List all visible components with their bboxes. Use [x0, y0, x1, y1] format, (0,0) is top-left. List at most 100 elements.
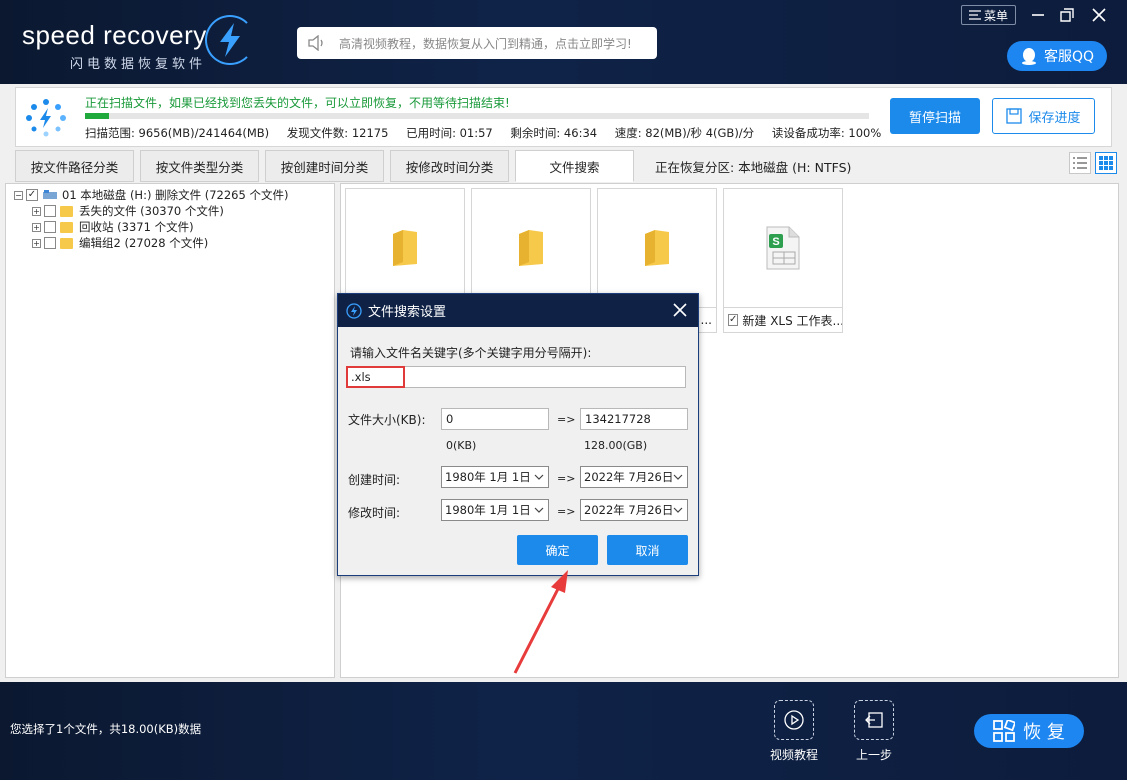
- created-from-select[interactable]: 1980年 1月 1日: [441, 466, 549, 488]
- success-rate: 读设备成功率: 100%: [771, 126, 882, 140]
- tree-item-label: 编辑组2 (27028 个文件): [79, 236, 209, 250]
- remaining-time: 剩余时间: 46:34: [510, 126, 598, 140]
- speaker-icon: [308, 35, 323, 51]
- scan-status-bar: 正在扫描文件，如果已经找到您丢失的文件，可以立即恢复，不用等待扫描结束! 扫描范…: [15, 87, 1112, 147]
- cancel-button[interactable]: 取消: [607, 535, 688, 565]
- recover-label: 恢 复: [1023, 722, 1065, 743]
- size-max-input[interactable]: 134217728: [580, 408, 688, 430]
- minimize-icon[interactable]: [1027, 4, 1049, 26]
- svg-text:S: S: [772, 236, 779, 248]
- scan-range: 扫描范围: 9656(MB)/241464(MB): [85, 126, 270, 140]
- modified-label: 修改时间:: [348, 506, 401, 520]
- expand-icon[interactable]: +: [32, 222, 41, 232]
- save-progress-label: 保存进度: [1028, 110, 1081, 126]
- tree-item-label: 回收站 (3371 个文件): [79, 220, 194, 234]
- chevron-down-icon: [673, 474, 683, 480]
- scan-progress-bar: [85, 113, 869, 119]
- folder-icon: [645, 230, 669, 266]
- expand-icon[interactable]: +: [32, 238, 41, 248]
- tree-item[interactable]: + 丢失的文件 (30370 个文件): [6, 203, 334, 219]
- created-arrow: =>: [557, 472, 576, 485]
- qq-icon: [1021, 48, 1036, 65]
- menu-button[interactable]: 菜单: [961, 5, 1016, 25]
- recover-icon: [993, 720, 1016, 742]
- size-min-input[interactable]: 0: [441, 408, 549, 430]
- scan-status-text: 正在扫描文件，如果已经找到您丢失的文件，可以立即恢复，不用等待扫描结束!: [85, 96, 510, 110]
- file-tile-label: ✓ 新建 XLS 工作表...: [724, 307, 842, 332]
- chevron-down-icon: [534, 507, 544, 513]
- selection-info: 您选择了1个文件，共18.00(KB)数据: [10, 722, 202, 736]
- logo-text: speed recovery: [22, 20, 207, 50]
- partition-label: 正在恢复分区: 本地磁盘 (H: NTFS): [655, 160, 852, 175]
- file-tile[interactable]: S ✓ 新建 XLS 工作表...: [723, 188, 843, 333]
- back-button[interactable]: 上一步: [844, 700, 904, 763]
- tree-checkbox[interactable]: [44, 221, 56, 233]
- tree-item[interactable]: + 回收站 (3371 个文件): [6, 219, 334, 235]
- scan-stats: 扫描范围: 9656(MB)/241464(MB) 发现文件数: 12175 已…: [85, 125, 895, 141]
- grid-view-icon[interactable]: [1095, 152, 1117, 174]
- collapse-icon[interactable]: −: [14, 190, 23, 200]
- scan-speed: 速度: 82(MB)/秒 4(GB)/分: [614, 126, 755, 140]
- modified-from-select[interactable]: 1980年 1月 1日: [441, 499, 549, 521]
- expand-icon[interactable]: +: [32, 206, 41, 216]
- scan-progress-fill: [85, 113, 109, 119]
- tab-by-path[interactable]: 按文件路径分类: [15, 150, 134, 182]
- scanning-spinner-icon: [26, 99, 66, 137]
- folder-icon: [60, 237, 73, 249]
- menu-label: 菜单: [983, 8, 1008, 23]
- qq-label: 客服QQ: [1043, 49, 1095, 65]
- qq-support-button[interactable]: 客服QQ: [1007, 41, 1107, 71]
- logo-subtitle: 闪电数据恢复软件: [70, 57, 207, 72]
- created-to-value: 2022年 7月26日: [584, 470, 674, 484]
- file-tile-name: 新建 XLS 工作表...: [742, 313, 842, 328]
- tab-by-modified[interactable]: 按修改时间分类: [390, 150, 509, 182]
- tile-checkbox[interactable]: ✓: [728, 314, 739, 326]
- created-from-value: 1980年 1月 1日: [445, 470, 531, 484]
- menu-icon: [968, 10, 981, 20]
- created-label: 创建时间:: [348, 473, 401, 487]
- maximize-icon[interactable]: [1056, 4, 1078, 26]
- modified-to-value: 2022年 7月26日: [584, 503, 674, 517]
- dialog-close-icon[interactable]: [668, 298, 692, 322]
- tree-root[interactable]: − ✓ 01 本地磁盘 (H:) 删除文件 (72265 个文件): [6, 187, 334, 203]
- chevron-down-icon: [673, 507, 683, 513]
- size-arrow: =>: [557, 413, 576, 426]
- close-icon[interactable]: [1088, 4, 1110, 26]
- keyword-label: 请输入文件名关键字(多个关键字用分号隔开):: [350, 346, 592, 360]
- promo-banner[interactable]: 高清视频教程，数据恢复从入门到精通，点击立即学习!: [297, 27, 657, 59]
- keyword-highlight-box: [346, 366, 405, 388]
- footer: 您选择了1个文件，共18.00(KB)数据 视频教程 上一步 恢 复: [0, 682, 1127, 780]
- video-tutorial-label: 视频教程: [769, 748, 818, 762]
- disk-icon: [43, 190, 57, 199]
- created-to-select[interactable]: 2022年 7月26日: [580, 466, 688, 488]
- tab-file-search[interactable]: 文件搜索: [515, 150, 634, 182]
- list-view-icon[interactable]: [1069, 152, 1091, 174]
- found-count: 发现文件数: 12175: [286, 126, 389, 140]
- size-max-hint: 128.00(GB): [584, 439, 648, 452]
- folder-icon: [60, 205, 73, 217]
- tab-by-type[interactable]: 按文件类型分类: [140, 150, 259, 182]
- video-tutorial-button[interactable]: 视频教程: [764, 700, 824, 763]
- folder-icon: [60, 221, 73, 233]
- ok-button[interactable]: 确定: [517, 535, 598, 565]
- back-icon: [854, 700, 894, 740]
- dialog-title: 文件搜索设置: [368, 305, 447, 320]
- app-window: speed recovery 闪电数据恢复软件 高清视频教程，数据恢复从入门到精…: [0, 0, 1127, 780]
- tab-by-created[interactable]: 按创建时间分类: [265, 150, 384, 182]
- size-min-hint: 0(KB): [446, 439, 477, 452]
- chevron-down-icon: [534, 474, 544, 480]
- file-search-dialog: 文件搜索设置 请输入文件名关键字(多个关键字用分号隔开): .xls 文件大小(…: [337, 293, 699, 576]
- play-icon: [774, 700, 814, 740]
- modified-arrow: =>: [557, 505, 576, 518]
- tree-checkbox[interactable]: [44, 205, 56, 217]
- xls-file-icon: S: [766, 226, 800, 270]
- modified-to-select[interactable]: 2022年 7月26日: [580, 499, 688, 521]
- tree-checkbox[interactable]: ✓: [26, 189, 38, 201]
- tree-item[interactable]: + 编辑组2 (27028 个文件): [6, 235, 334, 251]
- recover-button[interactable]: 恢 复: [974, 714, 1084, 748]
- save-progress-button[interactable]: 保存进度: [992, 98, 1095, 134]
- modified-from-value: 1980年 1月 1日: [445, 503, 531, 517]
- tree-checkbox[interactable]: [44, 237, 56, 249]
- pause-scan-button[interactable]: 暂停扫描: [890, 98, 980, 134]
- save-icon: [1006, 108, 1023, 124]
